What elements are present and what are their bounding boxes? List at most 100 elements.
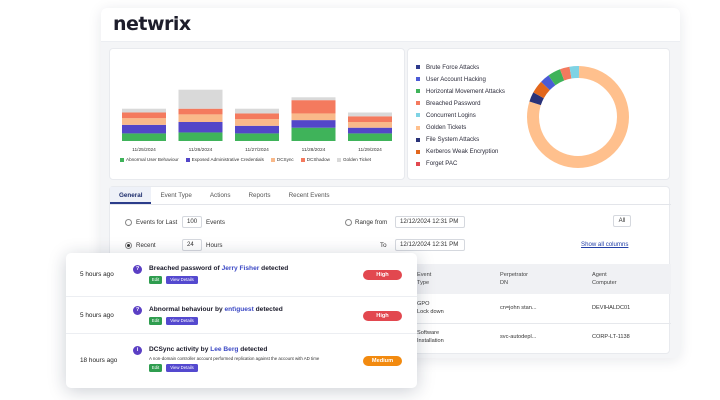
- alert-subject-link[interactable]: Lee Berg: [210, 346, 238, 353]
- donut-chart: [527, 66, 629, 168]
- info-icon: i: [133, 346, 142, 355]
- bar-segment-dcshadow-2: [235, 113, 279, 120]
- bar-legend-item: Golden Ticket: [336, 157, 371, 162]
- severity-badge: High: [363, 270, 402, 280]
- bar-segment-dcsync-2: [235, 119, 279, 126]
- bar-segment-dcshadow-0: [122, 112, 166, 119]
- alert-title-prefix: DCSync activity by: [149, 346, 211, 353]
- alert-title-prefix: Breached password of: [149, 265, 222, 272]
- header-agent-line1: Agent: [592, 272, 607, 278]
- row2-type-line2: Installation: [417, 338, 444, 344]
- bar-segment-golden-ticket-4: [348, 112, 392, 117]
- row2-computer: CORP-LT-1138: [592, 334, 630, 340]
- alert-title-suffix: detected: [259, 265, 289, 272]
- bar-segment-dcshadow-1: [178, 108, 223, 115]
- severity-badge: Medium: [363, 356, 402, 366]
- alert-description: A non-domain controller account performe…: [149, 356, 320, 361]
- recent-hours-input[interactable]: 24: [182, 239, 202, 251]
- bar-segment-exposed-administrative-credentials-1: [178, 122, 223, 133]
- bar-segment-dcsync-4: [348, 122, 392, 128]
- tab-general[interactable]: General: [110, 187, 152, 204]
- alert-subject-link[interactable]: Jerry Fisher: [222, 265, 260, 272]
- view-details-button[interactable]: View Details: [166, 316, 198, 325]
- netwrix-logo: netwrix: [113, 13, 191, 35]
- bar-segment-exposed-administrative-credentials-0: [122, 124, 166, 134]
- bar-segment-dcsync-3: [291, 113, 336, 121]
- legend-swatch: [185, 157, 190, 162]
- bar-segment-abnormal-user-behaviour-0: [122, 133, 166, 141]
- bar-segment-abnormal-user-behaviour-3: [291, 127, 336, 141]
- recent-label: Recent: [136, 242, 156, 249]
- events-for-last-label: Events for Last: [136, 219, 178, 226]
- events-for-last-radio[interactable]: [125, 219, 132, 226]
- view-details-button[interactable]: View Details: [166, 276, 198, 284]
- bar-segment-golden-ticket-0: [122, 108, 166, 113]
- legend-swatch: [336, 157, 341, 162]
- x-tick-label: 11/29/2024: [358, 147, 382, 153]
- question-icon: ?: [133, 305, 142, 315]
- alert-title: Abnormal behaviour by ent\guest detected: [149, 306, 283, 313]
- row1-perpetrator[interactable]: cn=john stan...: [500, 304, 537, 312]
- row2-perpetrator[interactable]: svc-autodepl...: [500, 333, 536, 341]
- row-divider: [417, 323, 671, 324]
- bar-segment-dcsync-0: [122, 118, 166, 125]
- alert-title: DCSync activity by Lee Berg detected: [149, 346, 267, 353]
- to-label: To: [380, 242, 387, 249]
- show-all-columns-link[interactable]: Show all columns: [581, 241, 628, 248]
- bar-segment-dcsync-1: [178, 114, 223, 122]
- row2-type-line1: Software: [417, 330, 440, 336]
- alert-row[interactable]: 5 hours ago? Breached password of Jerry F…: [66, 253, 417, 297]
- bar-segment-abnormal-user-behaviour-4: [348, 133, 392, 141]
- screenshot-stage: netwrix 11/25/2024 11/26/2024 11/27/2024 11…: [0, 0, 720, 400]
- alert-subject-link[interactable]: ent\guest: [224, 306, 253, 313]
- alert-title-prefix: Abnormal behaviour by: [149, 305, 225, 313]
- x-tick-label: 11/27/2024: [245, 147, 269, 153]
- header-perpetrator-line1: Perpetrator: [500, 272, 528, 278]
- bar-chart-legend: Abnormal User Behaviour Exposed Administr…: [120, 157, 371, 162]
- alert-time: 18 hours ago: [80, 357, 118, 364]
- bar-segment-dcshadow-3: [291, 100, 336, 114]
- range-from-input[interactable]: 12/12/2024 12:31 PM: [395, 216, 465, 228]
- all-button[interactable]: All: [613, 215, 631, 227]
- recent-radio[interactable]: [125, 242, 132, 249]
- bar-legend-item: DCShadow: [300, 157, 330, 162]
- tab-actions[interactable]: Actions: [201, 187, 240, 204]
- edit-button[interactable]: Edit: [149, 276, 162, 284]
- bar-legend-item: Abnormal User Behaviour: [120, 157, 179, 162]
- alert-time: 5 hours ago: [80, 311, 114, 319]
- header-event-type-line2: Type: [417, 280, 430, 286]
- range-from-radio[interactable]: [345, 219, 352, 226]
- legend-label: Abnormal User Behaviour: [126, 157, 179, 162]
- tab-reports[interactable]: Reports: [240, 187, 280, 204]
- x-tick-label: 11/25/2024: [132, 147, 156, 153]
- bar-legend-item: DCSync: [270, 157, 294, 162]
- alerts-panel: 5 hours ago? Breached password of Jerry F…: [66, 253, 417, 388]
- attacks-bar-chart-card: 11/25/2024 11/26/2024 11/27/2024 11/28/2024…: [109, 48, 405, 180]
- x-tick-label: 11/26/2024: [189, 147, 213, 153]
- bar-segment-abnormal-user-behaviour-2: [235, 133, 279, 141]
- brand-bar: netwrix: [101, 8, 680, 42]
- edit-button[interactable]: Edit: [149, 316, 162, 325]
- view-details-button[interactable]: View Details: [166, 364, 198, 372]
- severity-badge: High: [363, 310, 402, 321]
- bar-legend-item: Exposed Administrative Credentials: [185, 157, 264, 162]
- attacks-donut-chart-card: Brute Force Attacks User Account Hacking H…: [407, 48, 670, 180]
- recent-unit-label: Hours: [206, 242, 223, 249]
- bar-segment-golden-ticket-2: [235, 108, 279, 114]
- tab-event-type[interactable]: Event Type: [151, 187, 200, 204]
- bar-segment-exposed-administrative-credentials-3: [291, 120, 336, 128]
- bar-segment-exposed-administrative-credentials-4: [348, 127, 392, 134]
- events-table-header: [417, 264, 671, 294]
- bar-segment-exposed-administrative-credentials-2: [235, 125, 279, 134]
- range-from-label: Range from: [355, 219, 388, 226]
- bar-segment-golden-ticket-3: [291, 97, 336, 101]
- filter-tabs: General Event Type Actions Reports Recent Ev…: [110, 187, 671, 205]
- alert-row[interactable]: 18 hours ago i DCSync activity by Lee Berg…: [66, 334, 417, 388]
- header-event-type-line1: Event: [417, 272, 432, 278]
- range-to-input[interactable]: 12/12/2024 12:31 PM: [395, 239, 465, 251]
- tab-recent-events[interactable]: Recent Events: [280, 187, 339, 204]
- question-icon: ?: [133, 265, 142, 274]
- edit-button[interactable]: Edit: [149, 364, 162, 372]
- events-count-input[interactable]: 100: [182, 216, 202, 228]
- alert-row[interactable]: 5 hours ago? Abnormal behaviour by ent\gu…: [66, 297, 417, 334]
